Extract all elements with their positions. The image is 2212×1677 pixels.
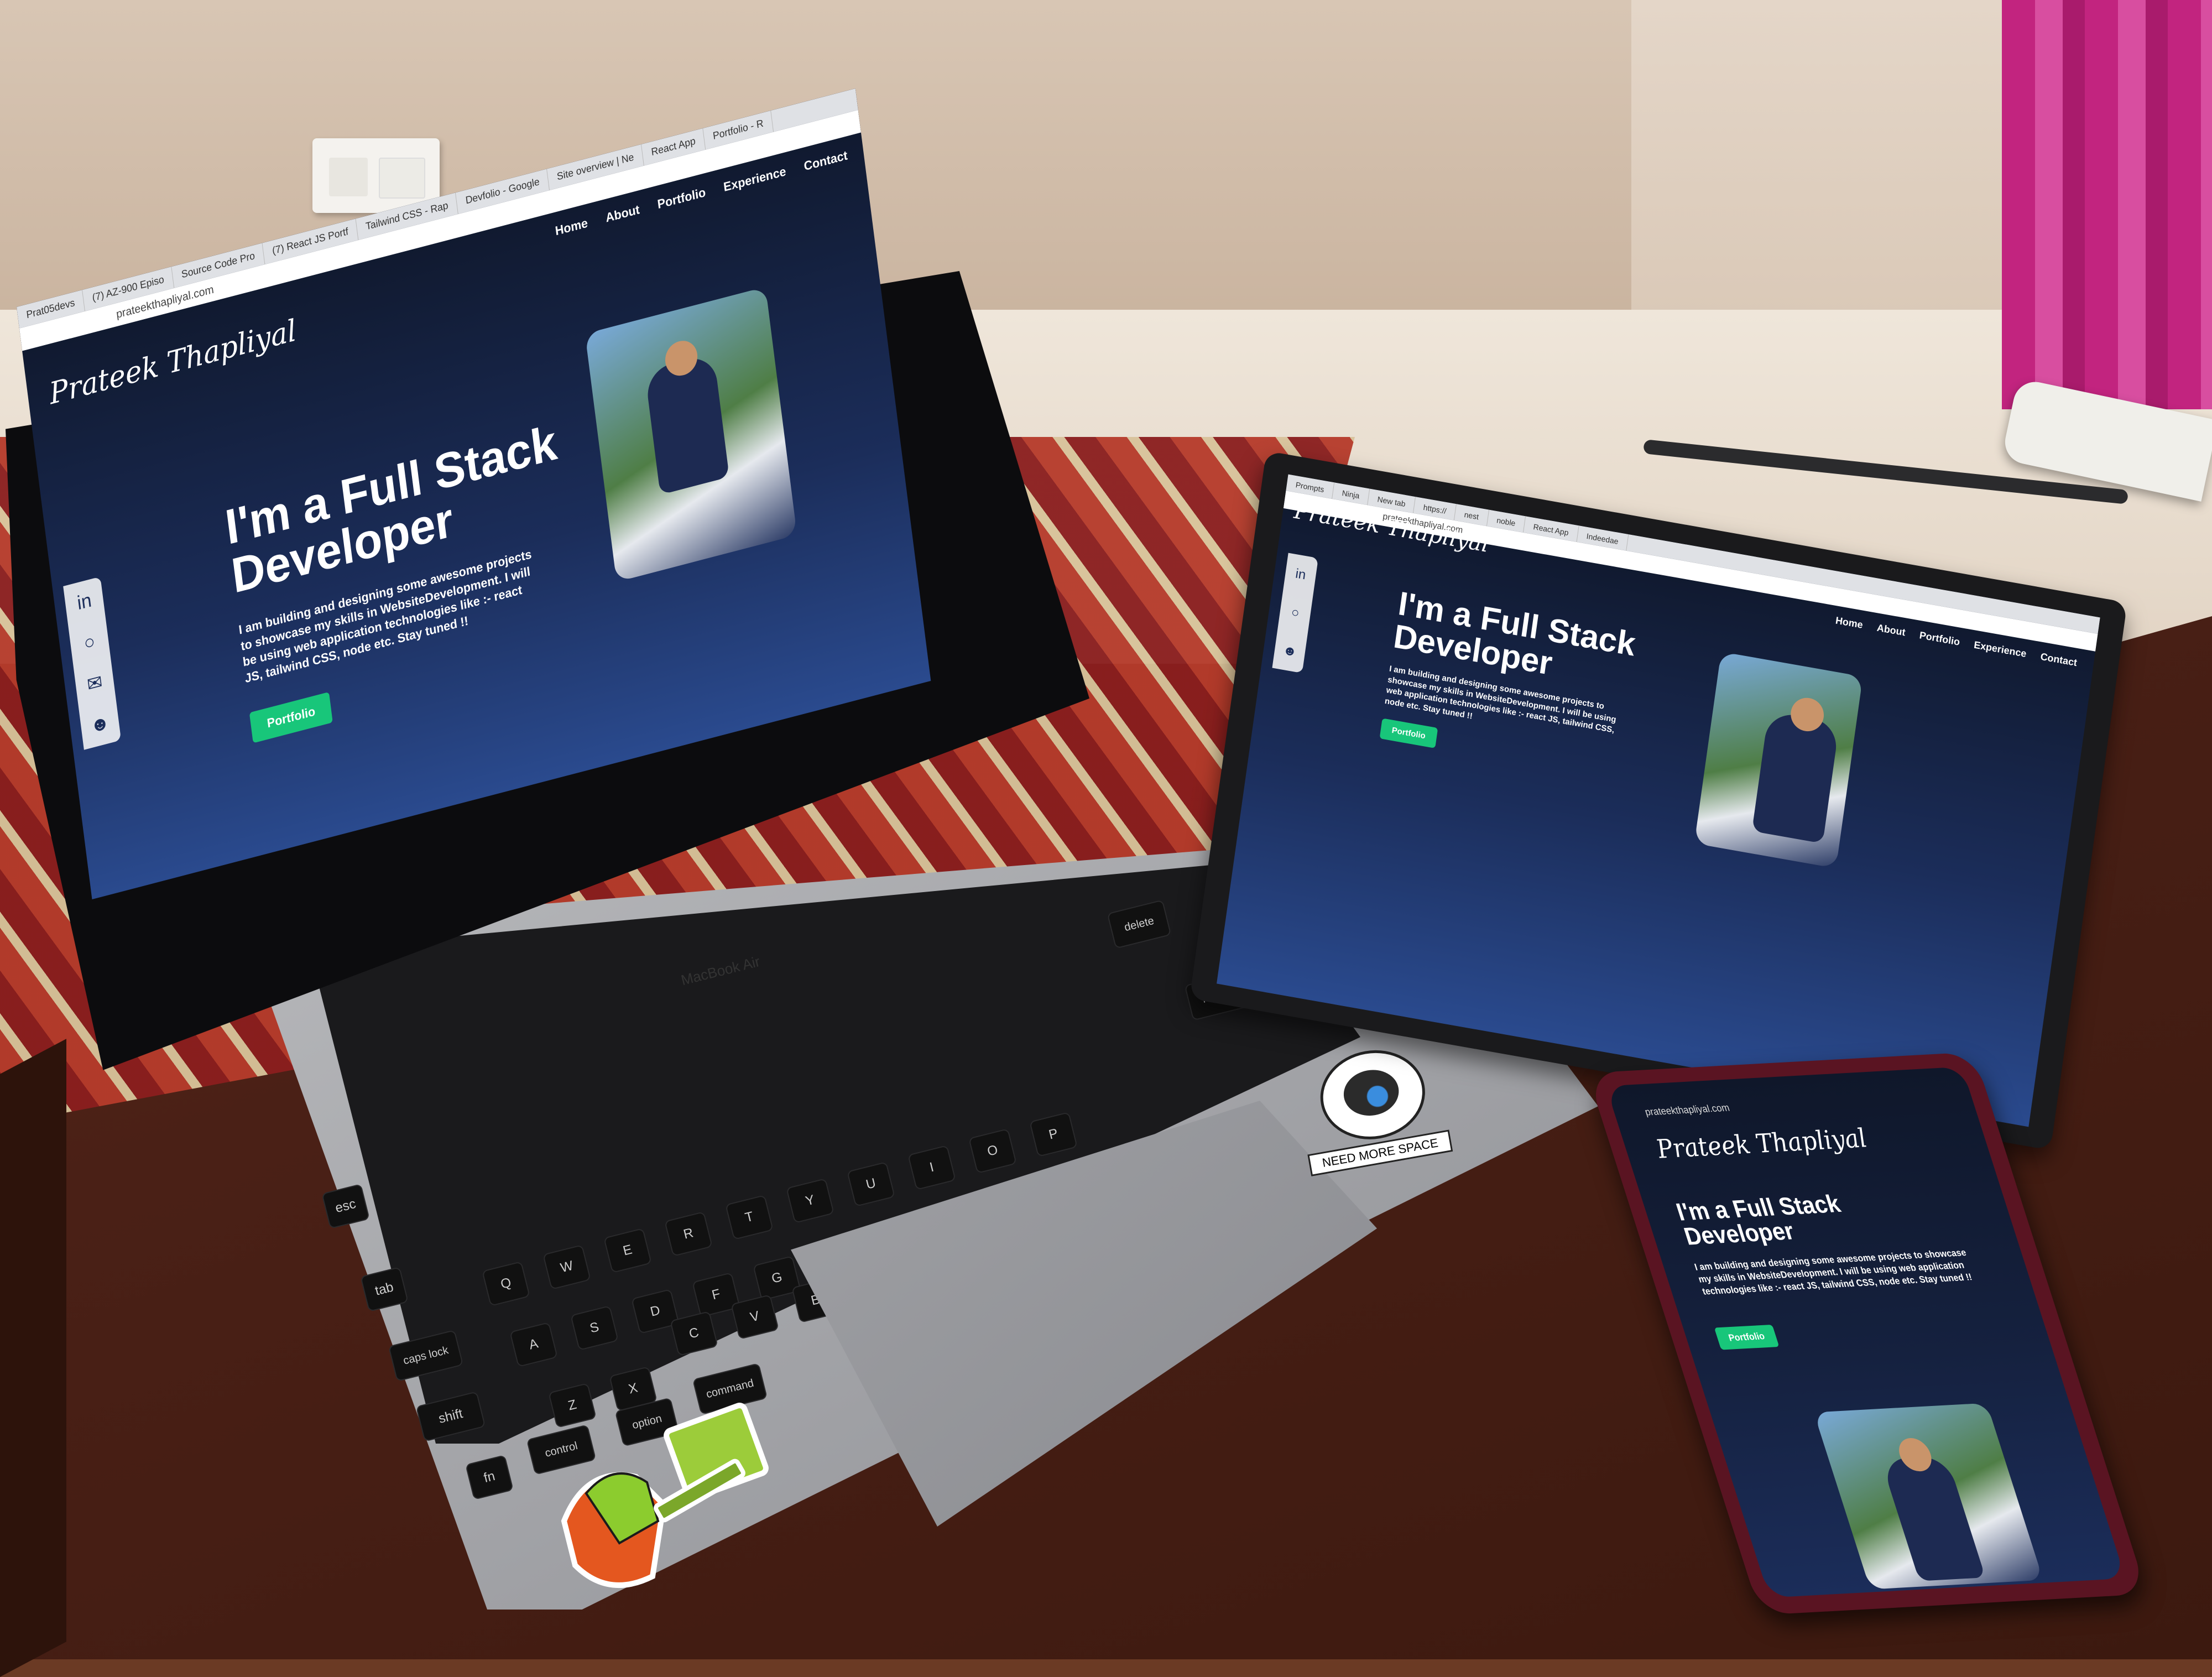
nav-home[interactable]: Home xyxy=(554,216,588,239)
resume-icon[interactable]: ☻ xyxy=(89,711,111,738)
portfolio-button[interactable]: Portfolio xyxy=(1379,718,1438,748)
social-links-bar: in ○ ☻ xyxy=(1272,553,1318,674)
profile-photo xyxy=(585,287,797,582)
site-logo[interactable]: Prateek Thapliyal xyxy=(1652,1123,1871,1164)
hero-title: I'm a Full Stack Developer xyxy=(1673,1190,1844,1251)
nav-experience[interactable]: Experience xyxy=(1973,639,2027,660)
github-icon[interactable]: ○ xyxy=(1290,605,1300,621)
socket xyxy=(329,158,368,196)
resume-icon[interactable]: ☻ xyxy=(1282,643,1298,660)
nav-about[interactable]: About xyxy=(605,202,640,225)
nav-portfolio[interactable]: Portfolio xyxy=(1919,629,1961,648)
astronaut-helmet-icon xyxy=(1313,1042,1432,1148)
switch xyxy=(379,158,425,199)
nav-home[interactable]: Home xyxy=(1835,614,1864,631)
mail-icon[interactable]: ✉ xyxy=(86,670,104,697)
nav-contact[interactable]: Contact xyxy=(803,148,848,174)
portfolio-button[interactable]: Portfolio xyxy=(1714,1324,1780,1350)
profile-photo xyxy=(1694,652,1863,868)
social-links-bar: in ○ ✉ ☻ xyxy=(63,576,122,750)
monkey-laptop-sticker xyxy=(561,1403,769,1588)
github-icon[interactable]: ○ xyxy=(82,630,96,655)
hero-description: I am building and designing some awesome… xyxy=(1693,1247,1974,1297)
linkedin-icon[interactable]: in xyxy=(1295,566,1307,584)
table-edge xyxy=(0,1039,66,1677)
nav-portfolio[interactable]: Portfolio xyxy=(656,185,706,212)
nav-about[interactable]: About xyxy=(1876,622,1906,639)
profile-photo xyxy=(1813,1403,2043,1590)
nav-experience[interactable]: Experience xyxy=(723,164,787,195)
phone-address-url[interactable]: prateekthapliyal.com xyxy=(1644,1102,1731,1118)
hero-title: I'm a Full Stack Developer xyxy=(222,415,560,604)
curtain xyxy=(2002,0,2212,409)
nav-contact[interactable]: Contact xyxy=(2039,651,2078,669)
portfolio-button[interactable]: Portfolio xyxy=(249,691,333,743)
linkedin-icon[interactable]: in xyxy=(76,589,92,614)
